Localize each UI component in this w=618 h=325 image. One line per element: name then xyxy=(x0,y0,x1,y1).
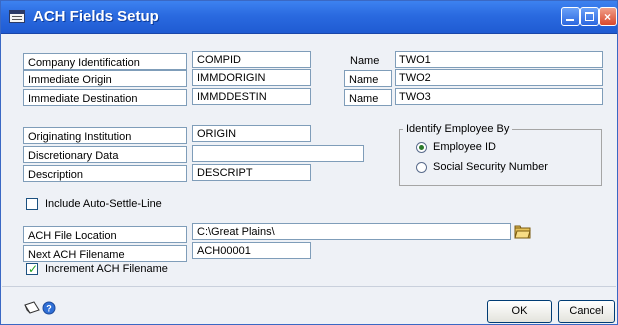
name-field-3[interactable]: TWO3 xyxy=(395,88,603,105)
employee-id-label[interactable]: Employee ID xyxy=(433,141,496,153)
increment-filename-label[interactable]: Increment ACH Filename xyxy=(45,263,168,275)
ach-file-location-label: ACH File Location xyxy=(23,226,187,243)
name-label-2: Name xyxy=(344,70,392,87)
folder-icon[interactable] xyxy=(514,223,531,240)
immediate-destination-field[interactable]: IMMDDESTIN xyxy=(192,88,311,105)
name-field-2[interactable]: TWO2 xyxy=(395,69,603,86)
window-icon xyxy=(9,10,25,23)
window-title: ACH Fields Setup xyxy=(33,8,159,25)
name-label-1: Name xyxy=(350,55,380,67)
ach-file-location-field[interactable]: C:\Great Plains\ xyxy=(192,223,511,240)
identify-employee-group xyxy=(399,129,602,186)
name-field-1[interactable]: TWO1 xyxy=(395,51,603,68)
ssn-radio[interactable] xyxy=(416,162,427,173)
note-icon[interactable] xyxy=(23,301,41,315)
next-ach-filename-label: Next ACH Filename xyxy=(23,245,187,262)
originating-institution-label: Originating Institution xyxy=(23,127,187,144)
ach-fields-setup-window: ACH Fields Setup × Company Identificatio… xyxy=(0,0,618,325)
title-bar[interactable]: ACH Fields Setup × xyxy=(1,1,617,34)
minimize-button[interactable] xyxy=(561,7,580,26)
increment-filename-checkbox[interactable]: ✓ xyxy=(26,262,38,276)
discretionary-data-field[interactable] xyxy=(192,145,364,162)
immediate-destination-label: Immediate Destination xyxy=(23,89,187,106)
identify-employee-legend: Identify Employee By xyxy=(403,123,513,135)
maximize-button[interactable] xyxy=(580,7,599,26)
name-label-3: Name xyxy=(344,89,392,106)
employee-id-radio[interactable] xyxy=(416,142,427,153)
close-button[interactable]: × xyxy=(599,7,617,26)
discretionary-data-label: Discretionary Data xyxy=(23,146,187,163)
auto-settle-label[interactable]: Include Auto-Settle-Line xyxy=(45,198,162,210)
immediate-origin-label: Immediate Origin xyxy=(23,70,187,87)
ssn-label[interactable]: Social Security Number xyxy=(433,161,548,173)
ok-button[interactable]: OK xyxy=(487,300,552,323)
auto-settle-checkbox[interactable] xyxy=(26,198,38,210)
svg-text:?: ? xyxy=(46,304,52,314)
company-identification-label: Company Identification xyxy=(23,53,187,70)
company-identification-field[interactable]: COMPID xyxy=(192,51,311,68)
cancel-button[interactable]: Cancel xyxy=(558,300,615,323)
originating-institution-field[interactable]: ORIGIN xyxy=(192,125,311,142)
help-icon[interactable]: ? xyxy=(42,301,56,315)
description-label: Description xyxy=(23,165,187,182)
immediate-origin-field[interactable]: IMMDORIGIN xyxy=(192,69,311,86)
next-ach-filename-field[interactable]: ACH00001 xyxy=(192,242,311,259)
footer-separator xyxy=(2,286,616,287)
description-field[interactable]: DESCRIPT xyxy=(192,164,311,181)
